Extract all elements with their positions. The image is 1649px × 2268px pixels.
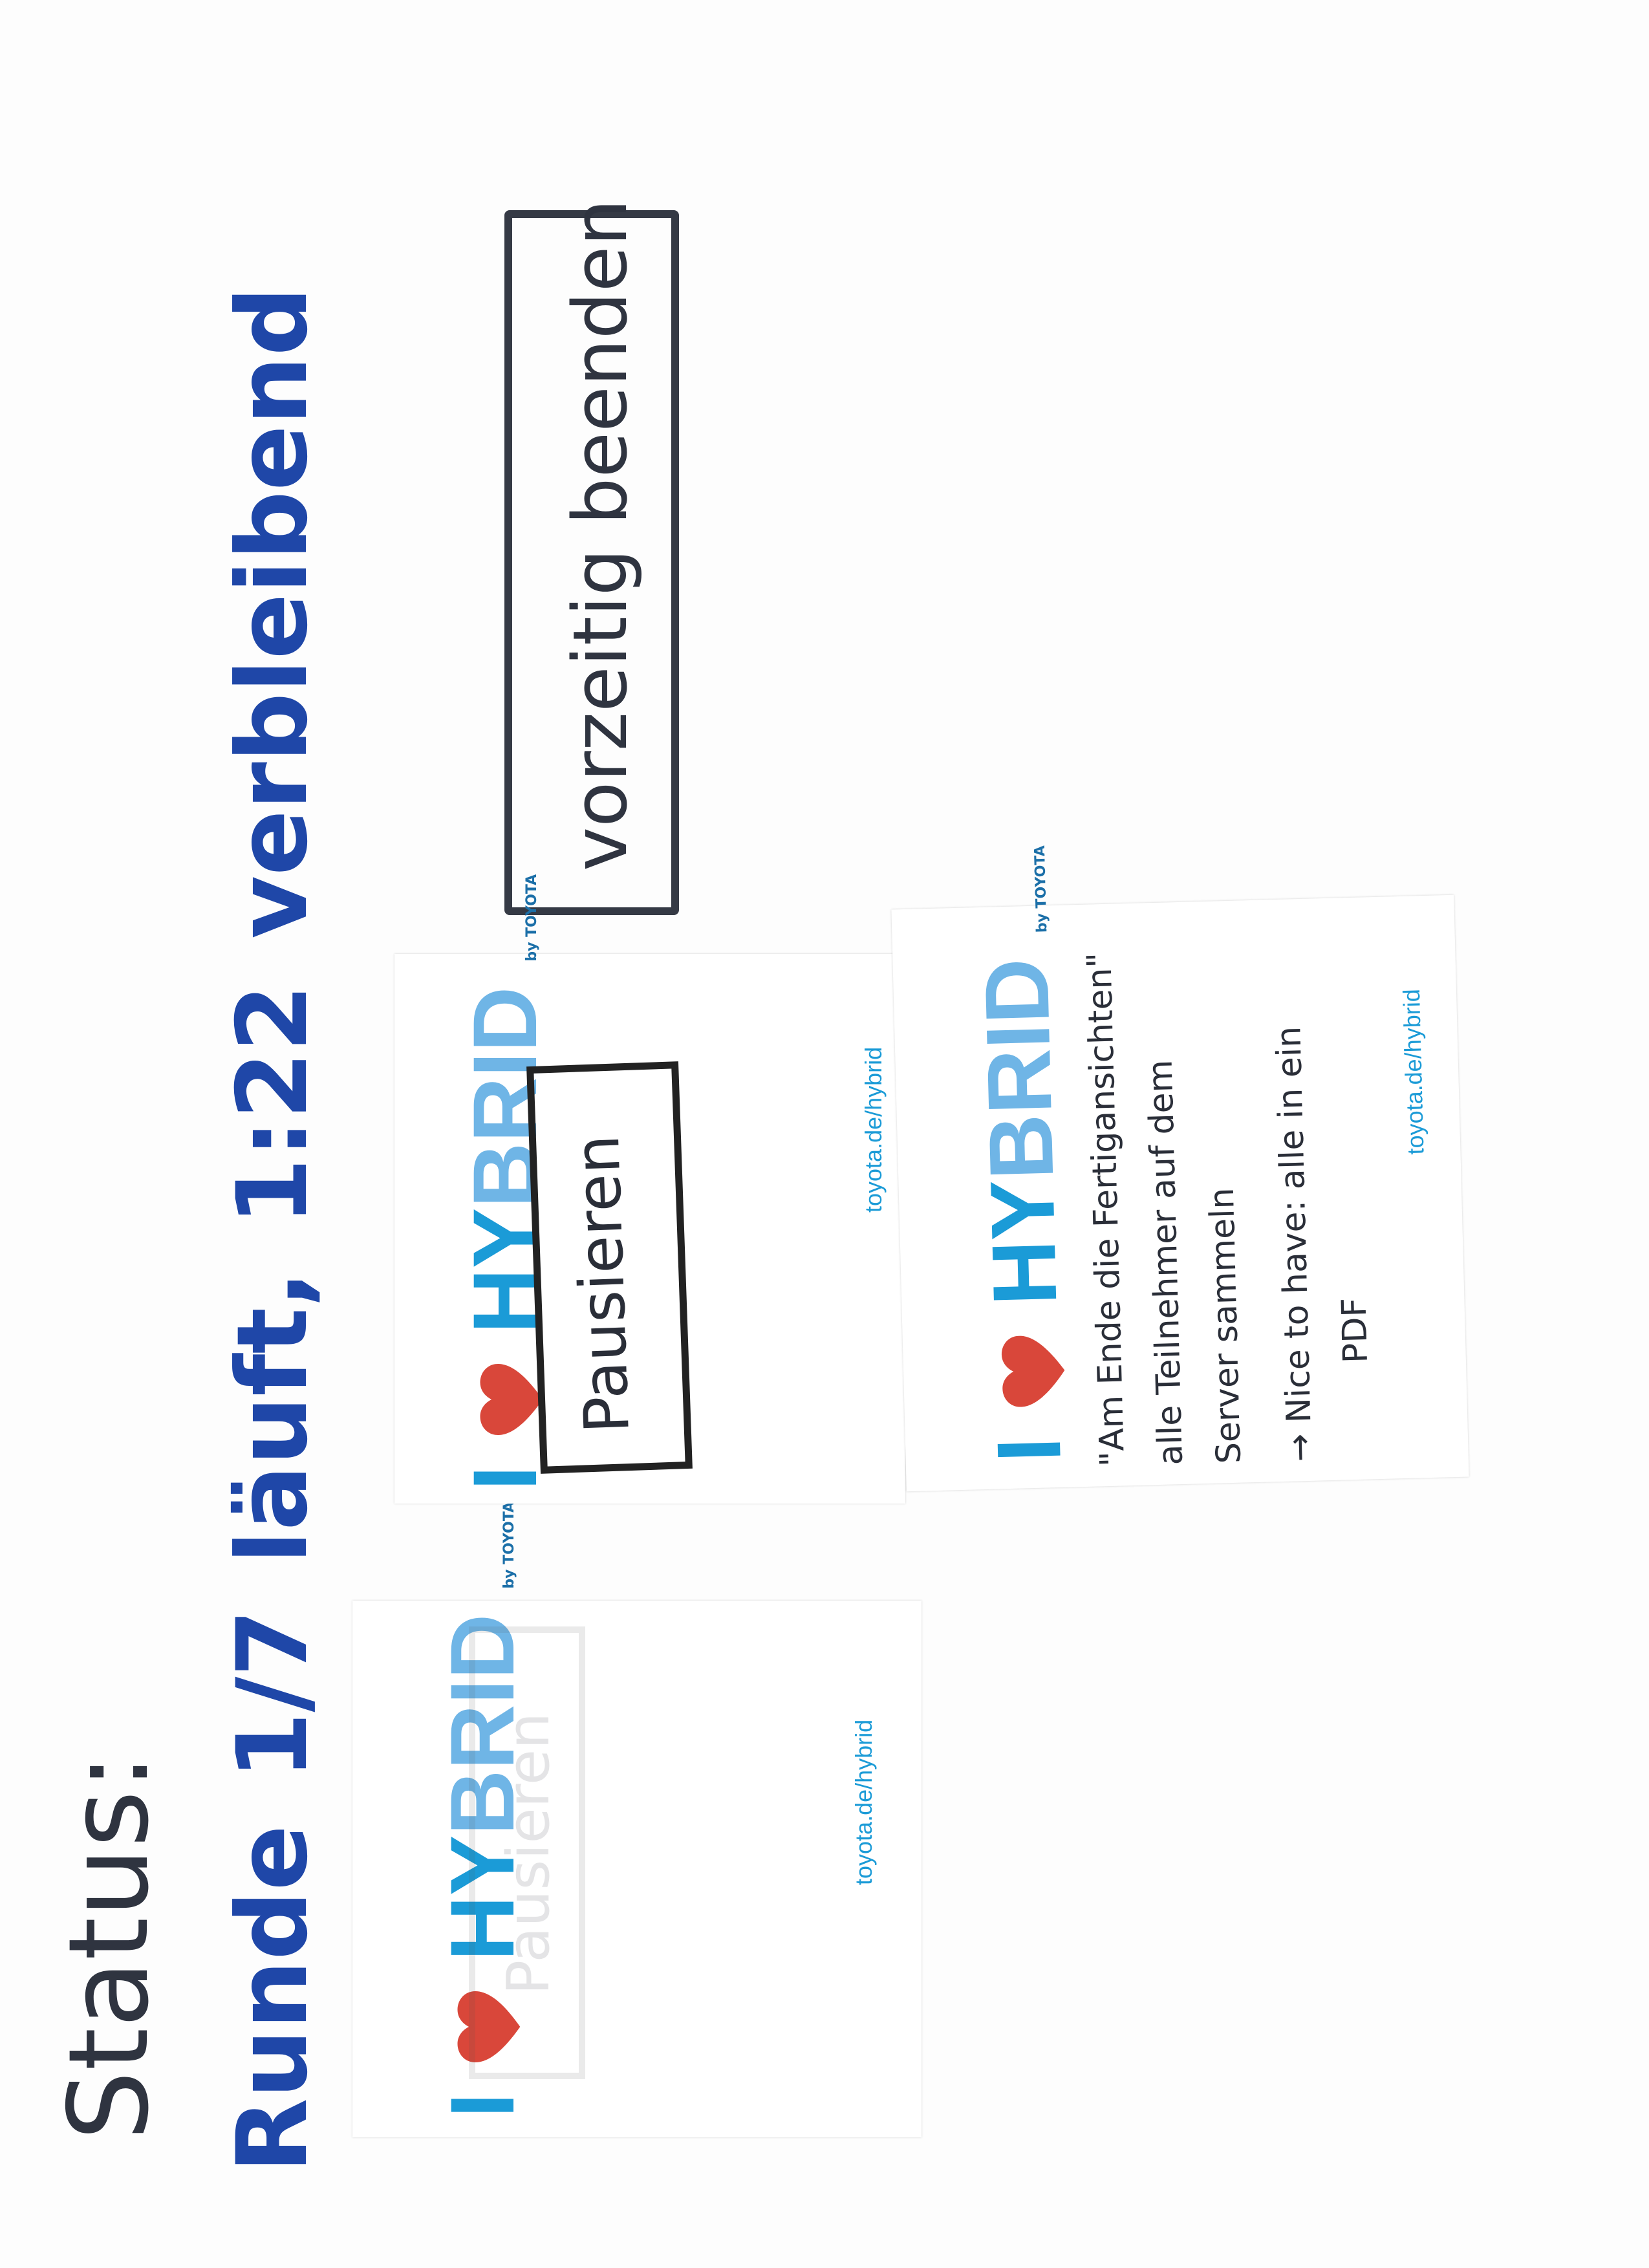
pause-button-faded[interactable]: Pausieren [469, 1626, 585, 2079]
pause-label-faded: Pausieren [495, 1712, 563, 1995]
remaining-label: verbleibend [217, 286, 329, 939]
note-line-2: alle Teilnehmer auf dem [1141, 1059, 1191, 1466]
note-url[interactable]: toyota.de/hybrid [1398, 989, 1430, 1155]
pause-label: Pausieren [561, 1134, 643, 1435]
brand-brid: BRID [965, 957, 1073, 1182]
round-word: Runde [217, 1824, 329, 2173]
round-status: Runde 1/7 läuft, 1:22 verbleibend [217, 241, 329, 2173]
sticky-note-pause: I HYBRID by TOYOTA Pausieren toyota.de/h… [394, 874, 905, 1504]
finish-early-label: vorzeitig beenden [557, 199, 644, 871]
heart-icon [480, 1364, 543, 1436]
brand-hy: HY [971, 1178, 1076, 1307]
brand-by: by TOYOTA [1031, 845, 1051, 933]
note-line-4: → Nice to have: alle in ein [1269, 1026, 1320, 1463]
brand-logo: I HYBRID by TOYOTA [961, 845, 1082, 1463]
round-value: 1/7 [217, 1609, 329, 1780]
brand-i: I [977, 1436, 1080, 1464]
brand-i: I [431, 2093, 533, 2118]
brand-by: by TOYOTA [501, 1501, 517, 1589]
finish-early-button[interactable]: vorzeitig beenden [504, 199, 679, 915]
sticky-note-text: I HYBRID by TOYOTA "Am Ende die Fertigan… [891, 845, 1469, 1492]
note-url[interactable]: toyota.de/hybrid [860, 1047, 887, 1213]
note-line-3: Server sammeln [1202, 1187, 1249, 1464]
pause-button[interactable]: Pausieren [526, 1061, 693, 1474]
note-line-1: "Am Ende die Fertigansichten" [1080, 951, 1133, 1467]
status-label: Status: [45, 1753, 173, 2141]
brand-by: by TOYOTA [524, 874, 540, 962]
note-line-5: PDF [1335, 1297, 1375, 1364]
sticky-note-faded: I HYBRID by TOYOTA Pausieren toyota.de/h… [352, 1502, 921, 2137]
note-url[interactable]: toyota.de/hybrid [850, 1720, 878, 1885]
heart-icon [1001, 1335, 1065, 1407]
time-remaining: 1:22 [217, 984, 329, 1226]
round-state: läuft, [217, 1270, 329, 1564]
